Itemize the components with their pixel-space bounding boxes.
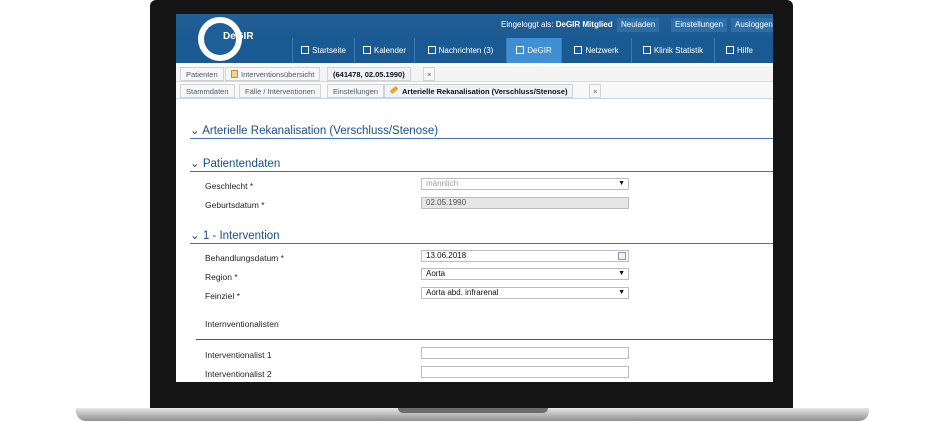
- nav-label-hilfe: Hilfe: [736, 46, 753, 55]
- intervention-section-label: 1 - Intervention: [202, 230, 280, 242]
- close-icon[interactable]: ×: [423, 67, 436, 81]
- tab-patienten[interactable]: Patienten: [180, 67, 224, 81]
- target-label: Feinziel *: [205, 291, 240, 301]
- nav-startseite[interactable]: Startseite: [292, 38, 354, 63]
- tab-interventionsuebersicht[interactable]: Interventionsübersicht: [225, 67, 321, 81]
- nav-label-startseite: Startseite: [312, 46, 346, 55]
- help-icon: [725, 46, 734, 54]
- nav-label-klinik-statistik: Klinik Statistik: [653, 46, 704, 55]
- chevron-down-icon: ⌄: [190, 230, 203, 242]
- record-subtabs: Stammdaten Fälle / Interventionen Einste…: [176, 83, 773, 99]
- patient-section-title: ⌄ Patientendaten: [190, 156, 280, 170]
- region-select[interactable]: Aorta ▼: [421, 268, 629, 280]
- interventionalist-1-input[interactable]: [421, 347, 629, 359]
- laptop-notch: [398, 408, 548, 413]
- chevron-down-icon: ▼: [618, 180, 625, 187]
- pencil-icon: [389, 85, 399, 95]
- mail-icon: [427, 46, 436, 54]
- subtab-faelle[interactable]: Fälle / Interventionen: [239, 84, 322, 98]
- nav-label-kalender: Kalender: [373, 46, 407, 55]
- chevron-down-icon: ▼: [618, 270, 625, 277]
- birthdate-field: 02.05.1990: [421, 197, 629, 209]
- nav-nachrichten[interactable]: Nachrichten (3): [414, 38, 506, 63]
- nav-label-nachrichten: Nachrichten (3): [438, 46, 494, 55]
- main-nav: Startseite Kalender Nachrichten (3) DeGI…: [176, 38, 773, 63]
- sex-label: Geschlecht *: [205, 181, 254, 191]
- close-icon[interactable]: ×: [589, 84, 602, 98]
- nav-klinik-statistik[interactable]: Klinik Statistik: [631, 38, 714, 63]
- chevron-down-icon: ⌄: [190, 158, 203, 170]
- nav-hilfe[interactable]: Hilfe: [714, 38, 764, 63]
- target-select[interactable]: Aorta abd. infrarenal ▼: [421, 287, 629, 299]
- chevron-down-icon: ▼: [618, 289, 625, 296]
- section-divider: [190, 243, 773, 244]
- logout-button[interactable]: Ausloggen: [731, 18, 773, 32]
- header: DeGIR Eingeloggt als: DeGIR Mitglied Neu…: [176, 14, 773, 63]
- settings-button[interactable]: Einstellungen: [671, 18, 728, 32]
- treatment-date-value: 13.06.2018: [426, 251, 467, 260]
- region-value: Aorta: [426, 269, 446, 278]
- logged-in-label: Eingeloggt als:: [501, 20, 554, 29]
- interventionalist-2-label: Interventionalist 2: [205, 369, 272, 379]
- laptop-mockup: DeGIR Eingeloggt als: DeGIR Mitglied Neu…: [0, 0, 945, 421]
- chevron-down-icon: ⌄: [190, 125, 203, 137]
- form-title-text: Arterielle Rekanalisation (Verschluss/St…: [202, 125, 439, 137]
- calendar-icon[interactable]: [618, 252, 626, 260]
- interventionalist-1-label: Interventionalist 1: [205, 350, 272, 360]
- region-label: Region *: [205, 272, 238, 282]
- tab-interventionsuebersicht-label: Interventionsübersicht: [241, 70, 315, 79]
- nav-label-degir: DeGIR: [527, 46, 552, 55]
- nav-kalender[interactable]: Kalender: [354, 38, 414, 63]
- form-title: ⌄ Arterielle Rekanalisation (Verschluss/…: [190, 123, 438, 137]
- treatment-date-label: Behandlungsdatum *: [205, 253, 284, 263]
- target-value: Aorta abd. infrarenal: [426, 288, 499, 297]
- nav-label-netzwerk: Netzwerk: [585, 46, 619, 55]
- section-divider: [190, 138, 773, 139]
- subtab-stammdaten[interactable]: Stammdaten: [180, 84, 235, 98]
- treatment-date-field[interactable]: 13.06.2018: [421, 250, 629, 262]
- patient-section-label: Patientendaten: [202, 158, 281, 170]
- calendar-icon: [362, 46, 371, 54]
- subtab-einstellungen[interactable]: Einstellungen: [327, 84, 385, 98]
- interventionalist-2-input[interactable]: [421, 366, 629, 378]
- network-icon: [574, 46, 583, 54]
- subtab-arterielle-rekanalisation[interactable]: Arterielle Rekanalisation (Verschluss/St…: [384, 84, 574, 98]
- logged-in-user: DeGIR Mitglied: [555, 20, 613, 29]
- login-status: Eingeloggt als: DeGIR Mitglied: [501, 20, 613, 29]
- section-divider: [190, 171, 773, 172]
- sex-value: männlich: [426, 179, 459, 188]
- interventionalists-label: Internventionalisten: [205, 319, 279, 329]
- sex-select[interactable]: männlich ▼: [421, 178, 629, 190]
- intervention-section-title: ⌄ 1 - Intervention: [190, 228, 280, 242]
- breadcrumb-tabs: Patienten Interventionsübersicht (641478…: [176, 66, 773, 82]
- home-icon: [301, 46, 310, 54]
- id-card-icon: [516, 46, 525, 54]
- birthdate-label: Geburtsdatum *: [205, 200, 265, 210]
- subtab-arterielle-label: Arterielle Rekanalisation (Verschluss/St…: [402, 87, 568, 96]
- tab-patient-record[interactable]: (641478, 02.05.1990): [327, 67, 411, 81]
- app-screen: DeGIR Eingeloggt als: DeGIR Mitglied Neu…: [176, 14, 773, 382]
- document-icon: [231, 70, 238, 78]
- nav-netzwerk[interactable]: Netzwerk: [561, 38, 631, 63]
- chart-icon: [642, 46, 651, 54]
- nav-degir[interactable]: DeGIR: [506, 38, 561, 63]
- reload-button[interactable]: Neuladen: [617, 18, 660, 32]
- interventionalists-divider: [196, 339, 773, 340]
